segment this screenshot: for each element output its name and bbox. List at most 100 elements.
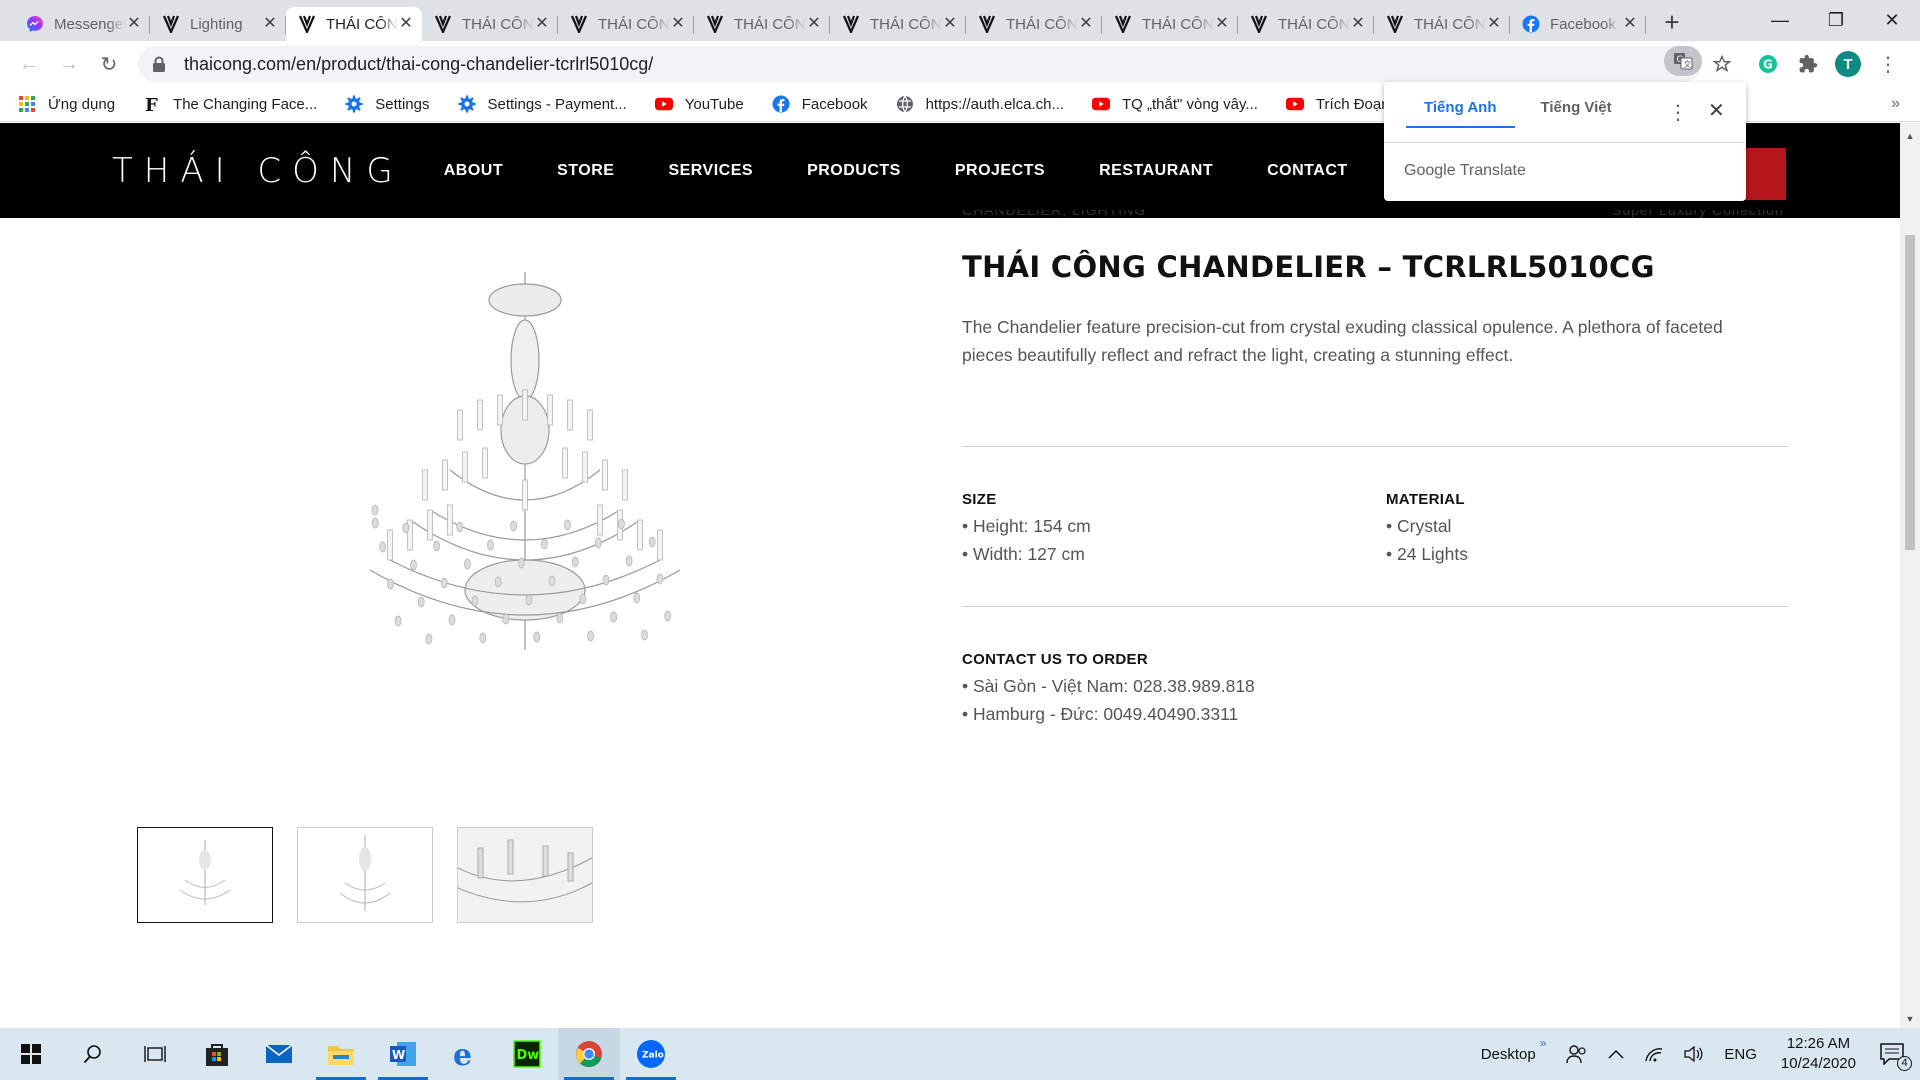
close-tab-icon[interactable]: ✕ [262,16,278,32]
new-tab-button[interactable]: + [1656,7,1688,39]
forward-button[interactable]: → [52,47,86,81]
chrome-app[interactable] [558,1028,620,1080]
product-collection[interactable]: Super Luxury Collection [1612,210,1784,218]
search-icon [83,1045,101,1064]
thaicong-icon [570,15,588,33]
translate-divider [1384,142,1746,143]
translate-button[interactable]: G文 [1664,46,1702,76]
bookmarks-overflow-button[interactable]: » [1891,95,1900,113]
close-tab-icon[interactable]: ✕ [1486,16,1502,32]
nav-link-about[interactable]: ABOUT [444,162,503,180]
browser-tab[interactable]: THÁI CÔNG✕ [1102,7,1238,41]
translate-options-button[interactable]: ⋮ [1668,100,1688,125]
close-tab-icon[interactable]: ✕ [534,16,550,32]
show-hidden-icons-button[interactable] [1608,1049,1624,1059]
nav-link-restaurant[interactable]: RESTAURANT [1099,162,1213,180]
browser-tab[interactable]: THÁI CÔNG✕ [694,7,830,41]
browser-tab[interactable]: THÁI CÔNG✕ [1238,7,1374,41]
thumbnail-2[interactable] [297,827,433,923]
chandelier-image[interactable] [350,270,700,680]
thumbnail-1[interactable] [137,827,273,923]
bookmark-item[interactable]: YouTube [654,95,744,113]
bookmark-item[interactable]: F The Changing Face... [143,95,317,113]
search-button[interactable] [62,1028,124,1080]
close-tab-icon[interactable]: ✕ [398,16,414,32]
bookmark-item[interactable]: Ứng dụng [18,95,115,113]
chrome-menu-button[interactable]: ⋮ [1872,48,1904,80]
site-logo[interactable]: THÁI CÔNG [112,151,404,191]
bookmark-item[interactable]: Settings [345,95,430,113]
page-scrollbar[interactable]: ▲ ▼ [1900,123,1920,1028]
action-center-button[interactable]: 4 [1880,1043,1912,1071]
facebook-icon [772,95,790,113]
clock[interactable]: 12:26 AM 10/24/2020 [1781,1034,1856,1074]
facebook-icon [1522,15,1540,33]
tab-target-language[interactable]: Tiếng Việt [1523,99,1630,128]
word-app[interactable]: W [372,1028,434,1080]
network-button[interactable] [1644,1046,1664,1062]
back-button[interactable]: ← [12,47,46,81]
scroll-thumb[interactable] [1905,235,1915,550]
svg-text:e: e [453,1040,472,1068]
mail-app[interactable] [248,1028,310,1080]
desktop-toolbar[interactable]: Desktop [1481,1046,1536,1063]
nav-link-store[interactable]: STORE [557,162,614,180]
zalo-app[interactable]: Zalo [620,1028,682,1080]
bookmark-star-button[interactable] [1706,48,1738,80]
translate-brand: Google Translate [1404,162,1526,179]
toolbar-overflow-chevron-icon[interactable]: » [1540,1036,1547,1050]
tab-source-language[interactable]: Tiếng Anh [1406,99,1515,128]
close-icon[interactable]: ✕ [1708,98,1725,123]
close-tab-icon[interactable]: ✕ [806,16,822,32]
browser-tab[interactable]: Facebook ✕ [1510,7,1646,41]
extensions-button[interactable] [1792,48,1824,80]
close-tab-icon[interactable]: ✕ [1350,16,1366,32]
browser-tab[interactable]: THÁI CÔNG✕ [286,7,422,41]
nav-link-services[interactable]: SERVICES [668,162,753,180]
edge-app[interactable]: e [434,1028,496,1080]
nav-link-projects[interactable]: PROJECTS [955,162,1045,180]
browser-tab[interactable]: Lighting ✕ [150,7,286,41]
dreamweaver-app[interactable]: Dw [496,1028,558,1080]
thumbnail-3[interactable] [457,827,593,923]
nav-link-products[interactable]: PRODUCTS [807,162,901,180]
browser-tab[interactable]: THÁI CÔNG✕ [422,7,558,41]
scroll-down-arrow[interactable]: ▼ [1905,1014,1915,1024]
reload-button[interactable]: ↻ [92,47,126,81]
youtube-icon [1091,95,1110,113]
close-tab-icon[interactable]: ✕ [126,16,142,32]
input-language[interactable]: ENG [1724,1046,1757,1063]
minimize-button[interactable]: — [1752,0,1808,40]
close-tab-icon[interactable]: ✕ [942,16,958,32]
browser-tab[interactable]: THÁI CÔNG✕ [558,7,694,41]
task-view-button[interactable] [124,1028,186,1080]
window-controls: — ❐ ✕ [1752,0,1920,40]
scroll-up-arrow[interactable]: ▲ [1905,131,1915,141]
close-window-button[interactable]: ✕ [1864,0,1920,40]
profile-button[interactable]: T [1832,48,1864,80]
bookmark-item[interactable]: Settings - Payment... [458,95,627,113]
grammarly-extension[interactable]: G [1752,48,1784,80]
mail-icon [265,1044,293,1063]
people-button[interactable] [1566,1044,1588,1064]
bookmark-item[interactable]: https://auth.elca.ch... [896,95,1064,113]
store-app[interactable] [186,1028,248,1080]
address-bar[interactable]: thaicong.com/en/product/thai-cong-chande… [138,46,1702,82]
close-tab-icon[interactable]: ✕ [1214,16,1230,32]
svg-text:Zalo: Zalo [642,1051,664,1061]
product-category[interactable]: CHANDELIER, LIGHTING [962,210,1146,218]
close-tab-icon[interactable]: ✕ [670,16,686,32]
restore-button[interactable]: ❐ [1808,0,1864,40]
volume-button[interactable] [1684,1046,1704,1062]
browser-tab[interactable]: THÁI CÔNG✕ [830,7,966,41]
browser-tab[interactable]: THÁI CÔNG✕ [1374,7,1510,41]
browser-tab[interactable]: Messenger ✕ [14,7,150,41]
bookmark-item[interactable]: TQ „thắt" vòng vây... [1091,95,1258,113]
start-button[interactable] [0,1028,62,1080]
close-tab-icon[interactable]: ✕ [1622,16,1638,32]
browser-tab[interactable]: THÁI CÔNG✕ [966,7,1102,41]
bookmark-item[interactable]: Facebook [772,95,868,113]
file-explorer-app[interactable] [310,1028,372,1080]
close-tab-icon[interactable]: ✕ [1078,16,1094,32]
nav-link-contact[interactable]: CONTACT [1267,162,1348,180]
